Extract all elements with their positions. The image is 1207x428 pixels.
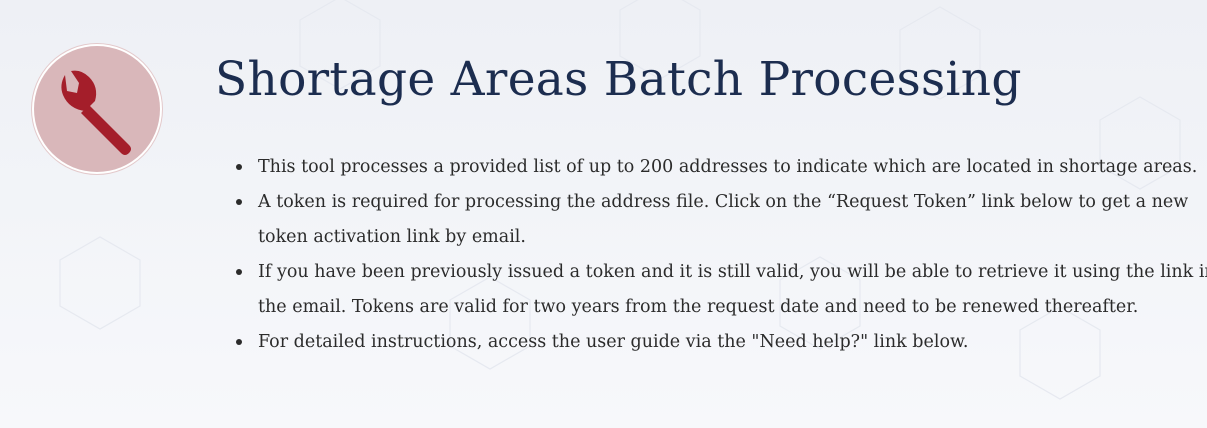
- intro-panel: Shortage Areas Batch Processing This too…: [0, 0, 1207, 428]
- list-item: A token is required for processing the a…: [236, 185, 1207, 255]
- list-item: If you have been previously issued a tok…: [236, 255, 1207, 325]
- page-title: Shortage Areas Batch Processing: [215, 52, 1022, 107]
- tool-icon-badge: [34, 46, 160, 172]
- instructions-list: This tool processes a provided list of u…: [218, 150, 1207, 360]
- wrench-icon: [61, 70, 131, 155]
- list-item: This tool processes a provided list of u…: [236, 150, 1207, 185]
- list-item: For detailed instructions, access the us…: [236, 325, 1207, 360]
